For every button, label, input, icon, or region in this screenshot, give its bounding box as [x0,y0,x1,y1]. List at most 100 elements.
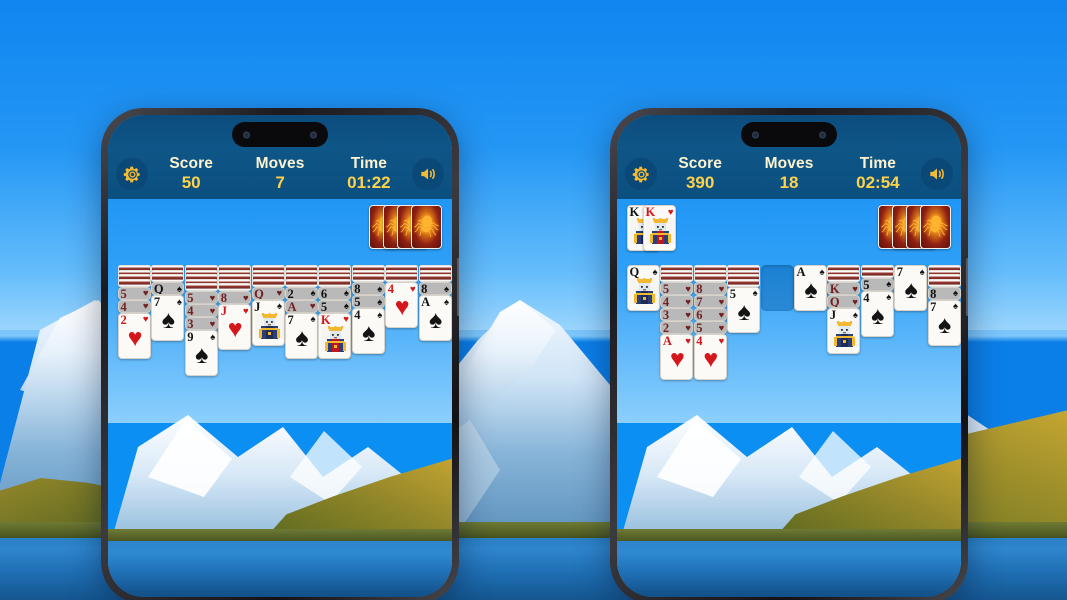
playing-card-facedown[interactable] [693,274,727,282]
playing-card-facedown[interactable] [118,278,151,287]
playing-card-faceup[interactable]: 5 ♥ [184,291,218,304]
card-suit-icon: ♠ [176,296,182,308]
card-corner: 2 ♥ [661,322,692,333]
playing-card-faceup[interactable]: J ♠ [827,308,861,354]
playing-card-faceup[interactable]: 7 ♠ ♠ [894,265,928,311]
playing-card-faceup[interactable]: K ♥ [827,282,861,295]
card-rank: A [287,299,297,313]
card-corner: A ♥ [286,299,317,313]
card-rank: 7 [896,265,903,280]
playing-card-faceup[interactable]: 4 ♥ [660,295,694,308]
playing-card-faceup[interactable]: 4 ♥ ♥ [385,282,419,328]
playing-card-facedown[interactable] [418,274,452,282]
playing-card-faceup[interactable]: 4 ♠ ♠ [351,308,385,354]
playing-card-faceup[interactable]: 2 ♥ [660,321,694,334]
playing-card-faceup[interactable]: 4 ♠ ♠ [860,290,894,337]
playing-card-faceup[interactable]: A ♥ [285,299,318,313]
playing-card-faceup[interactable]: J ♠ [251,299,285,346]
playing-card-faceup[interactable]: 5 ♠ ♠ [727,286,761,333]
front-camera-icon [243,131,250,138]
card-rank: 3 [187,317,194,330]
playing-card-faceup[interactable]: 7 ♥ [693,295,727,308]
card-corner: 5 ♠ [862,279,893,290]
playing-card-faceup[interactable]: 5 ♠ [351,295,385,308]
card-rank: 8 [421,282,428,295]
card-rank: Q [829,295,840,308]
empty-column-slot[interactable] [760,265,794,311]
playing-card-faceup[interactable]: 6 ♠ [318,286,352,300]
playing-card-faceup[interactable]: 3 ♥ [184,317,218,330]
card-center-pip: ♠ [937,310,951,339]
playing-card-facedown[interactable] [351,274,385,282]
playing-card-faceup[interactable]: 7 ♠ ♠ [927,299,961,346]
playing-card-faceup[interactable]: 5 ♠ [318,299,352,313]
stock-pile-card-back[interactable]: 🕷 [920,205,951,249]
card-center-pip: ♥ [227,315,243,343]
card-rank: 4 [662,295,670,308]
playing-card-faceup[interactable]: 6 ♥ [693,308,727,321]
playing-card-faceup[interactable]: 9 ♠ ♠ [184,330,218,376]
playing-card-faceup[interactable]: Q ♠ [151,282,185,295]
playing-card-faceup[interactable]: A ♥ ♥ [660,334,694,380]
playing-card-facedown[interactable] [385,274,419,282]
playing-card-facedown[interactable] [285,278,318,287]
playing-card-faceup[interactable]: 5 ♥ [693,321,727,334]
moves-stat: Moves 7 [256,155,305,192]
card-center-pip: ♠ [195,341,208,369]
playing-card-faceup[interactable]: 8 ♠ [351,282,385,295]
playing-card-facedown[interactable] [827,274,861,282]
card-suit-icon: ♠ [819,266,825,278]
playing-card-faceup[interactable]: Q ♥ [251,286,285,300]
playing-card-facedown[interactable] [151,274,185,282]
card-rank: K [320,312,331,327]
phone-right-status-row: Score 390 Moves 18 Time 02:54 [617,151,961,197]
device-notch [232,122,328,147]
playing-card-faceup[interactable]: Q ♥ [827,295,861,308]
sound-toggle-button[interactable] [412,158,444,190]
settings-button[interactable] [625,158,657,190]
stock-pile-card-back[interactable]: 🕷 [411,205,442,249]
moves-label: Moves [764,154,814,172]
playing-card-faceup[interactable]: 5 ♥ [118,286,151,300]
playing-card-facedown[interactable] [318,278,352,287]
card-rank: 5 [696,321,703,334]
playing-card-faceup[interactable]: 2 ♠ [285,286,318,300]
sensor-icon [310,131,317,138]
card-center-pip: ♥ [703,345,718,373]
score-value: 390 [685,172,715,192]
tableau-area: 5 ♥ 4 ♥ 2 ♥ ♥ Q ♠ 7 ♠ ♠ 5 ♥ 4 ♥ 3 ♥ 9 ♠ … [108,261,452,597]
playing-card-faceup[interactable]: A ♠ ♠ [418,295,452,341]
playing-card-faceup[interactable]: 8 ♥ [218,291,252,304]
playing-card-faceup[interactable]: K ♥ [318,312,352,359]
playing-card-faceup[interactable]: 7 ♠ ♠ [285,312,318,359]
playing-card-faceup[interactable]: 7 ♠ ♠ [151,295,185,341]
playing-card-faceup[interactable]: 8 ♥ [693,282,727,295]
playing-card-facedown[interactable] [251,278,285,287]
playing-card-faceup[interactable]: 4 ♥ ♥ [693,334,727,380]
card-rank: Q [254,286,264,300]
card-corner: Q ♥ [828,295,859,308]
playing-card-faceup[interactable]: 5 ♥ [660,282,694,295]
playing-card-faceup[interactable]: A ♠ ♠ [794,265,827,311]
playing-card-facedown[interactable] [860,269,894,278]
playing-card-faceup[interactable]: 3 ♥ [660,308,694,321]
playing-card-faceup[interactable]: 8 ♠ [927,286,961,300]
playing-card-facedown[interactable] [218,283,252,291]
playing-card-faceup[interactable]: 5 ♠ [860,277,894,291]
playing-card-faceup[interactable]: J ♥ ♥ [218,304,252,350]
playing-card-faceup[interactable]: 4 ♥ [118,299,151,313]
playing-card-faceup[interactable]: 2 ♥ ♥ [118,312,151,359]
playing-card-faceup[interactable]: Q ♠ [627,265,660,311]
playing-card-facedown[interactable] [727,278,761,287]
foundation-pile-card[interactable]: K ♥ [643,205,676,251]
card-rank: J [829,308,837,323]
sound-toggle-button[interactable] [921,158,953,190]
playing-card-faceup[interactable]: 4 ♥ [184,304,218,317]
playing-card-faceup[interactable]: 8 ♠ [418,282,452,295]
card-suit-icon: ♥ [142,301,149,313]
card-suit-icon: ♠ [343,301,349,313]
playing-card-facedown[interactable] [660,274,694,282]
settings-button[interactable] [116,158,148,190]
playing-card-facedown[interactable] [927,278,961,287]
playing-card-facedown[interactable] [184,283,218,291]
